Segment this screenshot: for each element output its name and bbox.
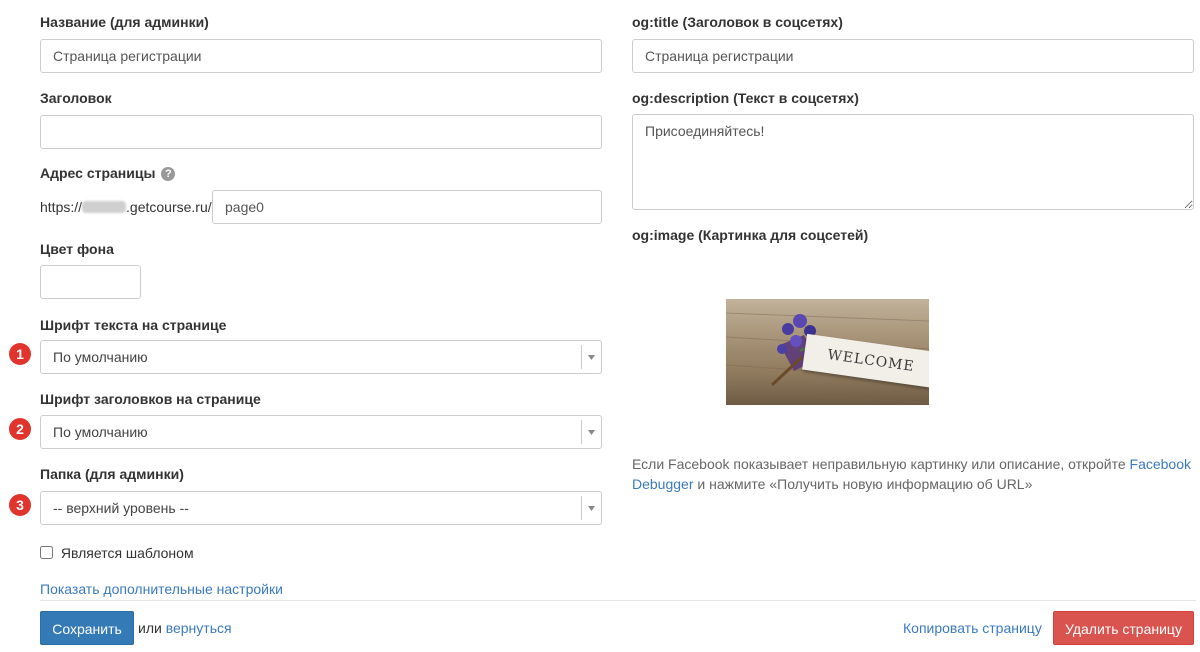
- heading-label: Заголовок: [40, 90, 112, 106]
- facebook-help-text: Если Facebook показывает неправильную ка…: [632, 454, 1198, 494]
- welcome-sign-text: WELCOME: [826, 346, 916, 376]
- save-button[interactable]: Сохранить: [40, 611, 134, 645]
- copy-page-link[interactable]: Копировать страницу: [903, 619, 1042, 637]
- bg-color-picker[interactable]: [40, 265, 141, 299]
- address-prefix: https:// .getcourse.ru/: [40, 198, 212, 216]
- blurred-subdomain: [82, 201, 127, 213]
- name-input[interactable]: [40, 39, 602, 73]
- og-image-label: og:image (Картинка для соцсетей): [632, 227, 869, 243]
- chevron-down-icon: [581, 345, 601, 369]
- font-head-select[interactable]: По умолчанию: [40, 415, 602, 449]
- font-text-label: Шрифт текста на странице: [40, 317, 227, 333]
- footer-divider: [40, 600, 1196, 601]
- template-label: Является шаблоном: [60, 545, 194, 561]
- chevron-down-icon: [581, 496, 601, 520]
- address-label: Адрес страницы ?: [40, 165, 176, 181]
- chevron-down-icon: [581, 420, 601, 444]
- og-title-label: og:title (Заголовок в соцсетях): [632, 14, 843, 30]
- step-badge-3: 3: [9, 494, 31, 516]
- or-text: или: [138, 620, 162, 636]
- address-prefix-end: .getcourse.ru/: [126, 199, 212, 215]
- template-checkbox[interactable]: [40, 546, 53, 559]
- og-description-textarea[interactable]: Присоединяйтесь!: [632, 114, 1194, 210]
- font-head-value: По умолчанию: [53, 424, 148, 440]
- delete-page-button[interactable]: Удалить страницу: [1053, 611, 1194, 645]
- help-text-2: и нажмите «Получить новую информацию об …: [697, 476, 1033, 492]
- address-label-text: Адрес страницы: [40, 165, 156, 181]
- font-head-label: Шрифт заголовков на странице: [40, 391, 261, 407]
- folder-value: -- верхний уровень --: [53, 500, 189, 516]
- step-badge-1: 1: [9, 343, 31, 365]
- back-link[interactable]: вернуться: [166, 620, 232, 636]
- help-text-1: Если Facebook показывает неправильную ка…: [632, 456, 1126, 472]
- font-text-value: По умолчанию: [53, 349, 148, 365]
- folder-select[interactable]: -- верхний уровень --: [40, 491, 602, 525]
- bg-color-label: Цвет фона: [40, 241, 114, 257]
- og-image-preview[interactable]: WELCOME: [726, 299, 929, 405]
- footer-or-row: или вернуться: [138, 619, 232, 637]
- name-label: Название (для админки): [40, 14, 209, 30]
- heading-input[interactable]: [40, 115, 602, 149]
- folder-label: Папка (для админки): [40, 466, 184, 482]
- more-settings-link[interactable]: Показать дополнительные настройки: [40, 580, 283, 598]
- og-description-label: og:description (Текст в соцсетях): [632, 90, 859, 106]
- font-text-select[interactable]: По умолчанию: [40, 340, 602, 374]
- template-row: Является шаблоном: [40, 544, 194, 562]
- og-title-input[interactable]: [632, 39, 1194, 73]
- step-badge-2: 2: [9, 418, 31, 440]
- help-icon[interactable]: ?: [161, 167, 176, 181]
- address-prefix-start: https://: [40, 199, 83, 215]
- address-input[interactable]: [212, 190, 602, 224]
